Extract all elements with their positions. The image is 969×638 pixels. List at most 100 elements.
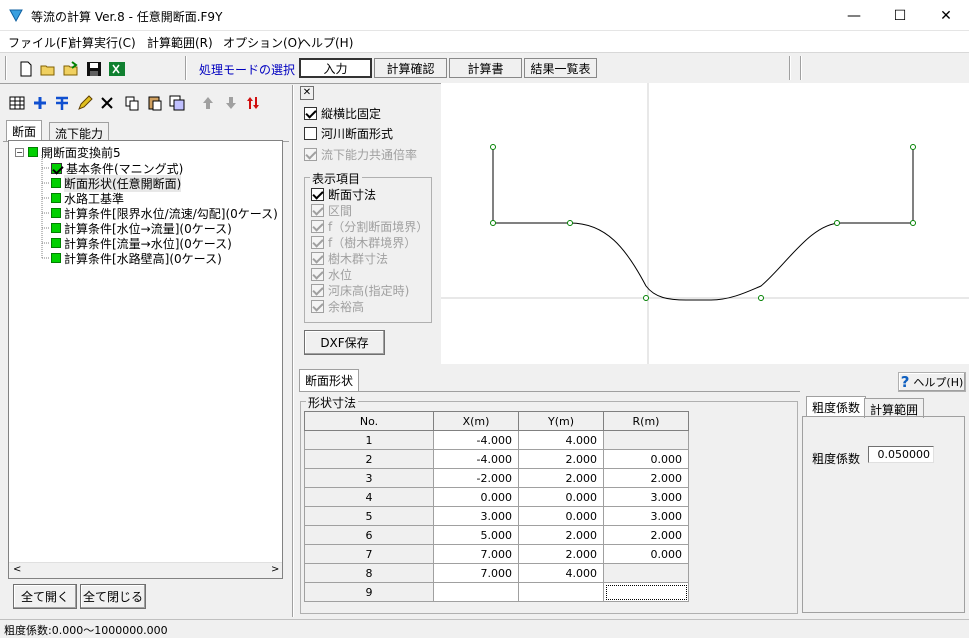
cell-y[interactable]: 0.000 (518, 487, 604, 507)
table-row: 9 (304, 582, 689, 602)
checkbox-icon (311, 187, 324, 201)
menu-calc-range[interactable]: 計算範囲(R) (147, 34, 213, 51)
cell-r[interactable]: 3.000 (603, 506, 689, 526)
splitter[interactable] (292, 85, 294, 617)
mode-results-button[interactable]: 結果一覧表 (524, 58, 597, 78)
tree-item[interactable]: 計算条件[水路壁高](0ケース) (51, 250, 222, 266)
cell-y[interactable]: 2.000 (518, 544, 604, 564)
main-toolbar: 処理モードの選択 入力 計算確認 計算書 結果一覧表 (0, 52, 969, 84)
cell-x[interactable]: -4.000 (433, 449, 519, 469)
tree-view[interactable]: − 開断面変換前5 基本条件(マニング式) 断面形状(任意開断面) 水路工基準 … (8, 140, 283, 579)
shape-node[interactable] (834, 220, 840, 226)
copy-icon[interactable] (122, 93, 141, 112)
row-number: 8 (304, 563, 434, 583)
row-number: 5 (304, 506, 434, 526)
mode-check-button[interactable]: 計算確認 (374, 58, 447, 78)
scroll-right-icon[interactable]: > (271, 564, 279, 575)
menu-options[interactable]: オプション(O) (223, 34, 302, 51)
cell-r[interactable]: 0.000 (603, 544, 689, 564)
cell-x[interactable] (433, 582, 519, 602)
display-dimension-checkbox[interactable]: 断面寸法 (311, 186, 376, 202)
checkbox-icon (304, 106, 317, 120)
tab-flow-capacity[interactable]: 流下能力 (49, 122, 110, 142)
display-freeboard-checkbox: 余裕高 (311, 298, 364, 314)
move-down-icon[interactable] (221, 93, 240, 112)
cell-x[interactable]: -4.000 (433, 430, 519, 450)
cell-y[interactable]: 2.000 (518, 525, 604, 545)
shape-node[interactable] (643, 295, 649, 301)
add-icon[interactable] (30, 93, 49, 112)
swap-icon[interactable] (243, 93, 262, 112)
tab-divider (299, 391, 800, 392)
edit-pencil-icon[interactable] (75, 93, 94, 112)
open-recent-icon[interactable] (61, 59, 80, 78)
open-folder-icon[interactable] (38, 59, 57, 78)
close-button[interactable]: ✕ (923, 0, 969, 31)
cell-x[interactable]: 7.000 (433, 544, 519, 564)
tab-roughness[interactable]: 粗度係数 (806, 396, 867, 417)
tab-section-shape[interactable]: 断面形状 (299, 369, 360, 391)
cell-r[interactable]: 2.000 (603, 468, 689, 488)
cell-r[interactable]: 2.000 (603, 525, 689, 545)
cell-y[interactable]: 0.000 (518, 506, 604, 526)
window-title: 等流の計算 Ver.8 - 任意開断面.F9Y (31, 10, 223, 24)
table-row: 5 3.000 0.000 3.000 (304, 506, 689, 526)
menu-file[interactable]: ファイル(F) (8, 34, 72, 51)
shape-node[interactable] (490, 144, 496, 150)
shape-node[interactable] (758, 295, 764, 301)
cell-x[interactable]: 7.000 (433, 563, 519, 583)
fix-aspect-checkbox[interactable]: 縦横比固定 (304, 105, 381, 121)
table-icon[interactable] (7, 93, 26, 112)
cell-r[interactable] (603, 582, 689, 602)
cell-y[interactable]: 2.000 (518, 449, 604, 469)
new-file-icon[interactable] (16, 59, 35, 78)
mode-input-button[interactable]: 入力 (299, 58, 372, 78)
close-panel-icon[interactable]: ✕ (300, 86, 314, 100)
cell-x[interactable]: 0.000 (433, 487, 519, 507)
expand-all-button[interactable]: 全て開く (13, 584, 77, 609)
maximize-button[interactable]: ☐ (877, 0, 923, 31)
save-icon[interactable] (84, 59, 103, 78)
cell-y[interactable]: 4.000 (518, 430, 604, 450)
tab-calc-range[interactable]: 計算範囲 (864, 398, 925, 418)
checkbox-icon (304, 126, 317, 140)
table-row: 6 5.000 2.000 2.000 (304, 525, 689, 545)
insert-icon[interactable] (52, 93, 71, 112)
cell-r[interactable]: 0.000 (603, 449, 689, 469)
help-button[interactable]: ? ヘルプ(H) (898, 372, 966, 392)
cell-y[interactable] (518, 582, 604, 602)
delete-icon[interactable] (97, 93, 116, 112)
dxf-save-button[interactable]: DXF保存 (304, 330, 385, 355)
cell-x[interactable]: -2.000 (433, 468, 519, 488)
toolbar-separator (5, 56, 7, 80)
toolbar-separator (789, 56, 791, 80)
cell-r[interactable]: 3.000 (603, 487, 689, 507)
collapse-all-button[interactable]: 全て閉じる (80, 584, 146, 609)
checkbox-icon (311, 299, 324, 313)
tab-section[interactable]: 断面 (6, 120, 43, 141)
paste-icon[interactable] (145, 93, 164, 112)
shape-node[interactable] (567, 220, 573, 226)
help-icon: ? (900, 373, 910, 391)
display-tree-dim-checkbox: 樹木群寸法 (311, 250, 388, 266)
shape-node[interactable] (910, 220, 916, 226)
duplicate-icon[interactable] (167, 93, 186, 112)
shape-node[interactable] (490, 220, 496, 226)
roughness-input[interactable]: 0.050000 (868, 446, 934, 463)
menu-calc-run[interactable]: 計算実行(C) (70, 34, 136, 51)
river-section-checkbox[interactable]: 河川断面形式 (304, 125, 393, 141)
cell-y[interactable]: 2.000 (518, 468, 604, 488)
mode-report-button[interactable]: 計算書 (449, 58, 522, 78)
cell-x[interactable]: 3.000 (433, 506, 519, 526)
scroll-left-icon[interactable]: < (13, 564, 21, 575)
export-icon[interactable] (107, 59, 126, 78)
minimize-button[interactable]: — (831, 0, 877, 31)
shape-node[interactable] (910, 144, 916, 150)
checkbox-icon (311, 235, 324, 249)
horizontal-scrollbar[interactable]: < > (9, 562, 282, 578)
move-up-icon[interactable] (198, 93, 217, 112)
cell-y[interactable]: 4.000 (518, 563, 604, 583)
column-header: Y(m) (518, 411, 604, 431)
menu-help[interactable]: ヘルプ(H) (299, 34, 353, 51)
cell-x[interactable]: 5.000 (433, 525, 519, 545)
